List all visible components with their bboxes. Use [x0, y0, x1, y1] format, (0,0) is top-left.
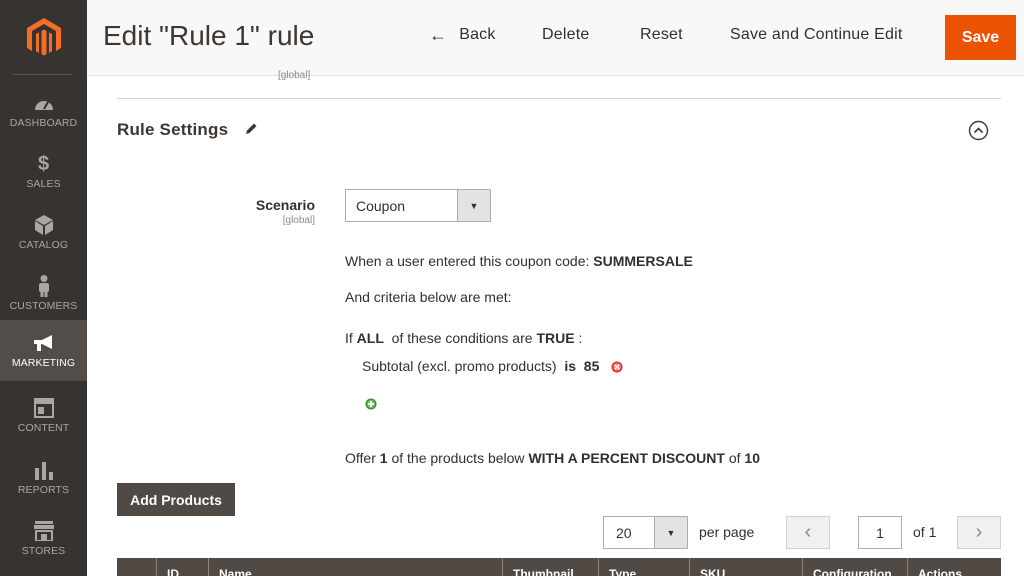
- offer-text-1: Offer: [345, 450, 376, 466]
- sidebar-item-label: REPORTS: [17, 484, 70, 496]
- arrow-left-icon: ←: [429, 25, 448, 45]
- save-button[interactable]: Save: [945, 15, 1016, 60]
- products-grid-header: ID Name Thumbnail Type SKU Configuration…: [117, 558, 1001, 576]
- conditions-line: If ALL of these conditions are TRUE :: [345, 330, 582, 346]
- person-icon: [37, 275, 51, 297]
- chevron-down-icon: ▼: [457, 190, 490, 221]
- sidebar-item-dashboard[interactable]: DASHBOARD: [0, 80, 87, 141]
- scope-label: [global]: [278, 70, 311, 81]
- scenario-scope: [global]: [282, 215, 315, 226]
- section-divider: [117, 98, 1001, 99]
- condition-rule: Subtotal (excl. promo products) is 85: [362, 358, 599, 374]
- chevron-down-icon: ▼: [654, 517, 687, 548]
- store-icon: [33, 520, 55, 542]
- add-condition-icon[interactable]: [365, 398, 377, 410]
- sidebar-item-label: STORES: [21, 545, 66, 557]
- sidebar-item-reports[interactable]: REPORTS: [0, 447, 87, 508]
- scenario-select-value: Coupon: [356, 198, 406, 214]
- total-pages-label: of 1: [913, 524, 937, 540]
- dollar-icon: $: [37, 152, 50, 175]
- sidebar-item-label: CUSTOMERS: [9, 300, 78, 312]
- coupon-line-prefix: When a user entered this coupon code:: [345, 253, 590, 269]
- sidebar-item-catalog[interactable]: CATALOG: [0, 202, 87, 263]
- box-icon: [34, 214, 53, 236]
- column-header-thumbnail[interactable]: Thumbnail: [503, 558, 599, 576]
- coupon-code-value[interactable]: SUMMERSALE: [593, 253, 693, 269]
- per-page-select[interactable]: 20 ▼: [603, 516, 688, 549]
- per-page-label: per page: [699, 524, 755, 540]
- pencil-icon: [246, 123, 257, 134]
- admin-sidebar: DASHBOARD $ SALES CATALOG CUSTOMERS MARK…: [0, 0, 87, 576]
- magento-logo[interactable]: [0, 0, 87, 75]
- next-page-button[interactable]: ›: [957, 516, 1001, 549]
- sidebar-item-label: CATALOG: [18, 239, 69, 251]
- column-header-type[interactable]: Type: [599, 558, 690, 576]
- conditions-aggregator[interactable]: ALL: [357, 330, 384, 346]
- condition-attribute: Subtotal (excl. promo products): [362, 358, 557, 374]
- condition-operator[interactable]: is: [564, 358, 576, 374]
- reset-button[interactable]: Reset: [640, 26, 683, 44]
- column-header-id[interactable]: ID: [157, 558, 209, 576]
- back-button[interactable]: ← Back: [429, 26, 496, 44]
- sidebar-item-label: DASHBOARD: [9, 117, 78, 129]
- sidebar-item-marketing[interactable]: MARKETING: [0, 320, 87, 381]
- add-products-button[interactable]: Add Products: [117, 483, 235, 516]
- megaphone-icon: [32, 332, 56, 354]
- column-header-actions[interactable]: Actions: [908, 558, 1001, 576]
- per-page-value: 20: [616, 525, 632, 541]
- criteria-line: And criteria below are met:: [345, 289, 512, 305]
- condition-value[interactable]: 85: [584, 358, 600, 374]
- save-and-continue-button[interactable]: Save and Continue Edit: [730, 26, 903, 44]
- offer-discount-type[interactable]: WITH A PERCENT DISCOUNT: [528, 450, 725, 466]
- page-header: Edit "Rule 1" rule ← Back Delete Reset S…: [87, 0, 1024, 76]
- conditions-if: If: [345, 330, 353, 346]
- sidebar-item-customers[interactable]: CUSTOMERS: [0, 263, 87, 324]
- sidebar-item-label: MARKETING: [11, 357, 76, 369]
- sidebar-item-content[interactable]: CONTENT: [0, 385, 87, 446]
- column-header-configuration[interactable]: Configuration: [803, 558, 908, 576]
- delete-button[interactable]: Delete: [542, 26, 589, 44]
- back-label: Back: [459, 26, 496, 43]
- coupon-code-line: When a user entered this coupon code: SU…: [345, 253, 693, 269]
- sidebar-item-label: SALES: [26, 178, 61, 190]
- offer-line: Offer 1 of the products below WITH A PER…: [345, 450, 760, 466]
- conditions-middle: of these conditions are: [391, 330, 533, 346]
- collapse-chevron-up-icon[interactable]: [968, 120, 989, 141]
- previous-page-button[interactable]: ‹: [786, 516, 830, 549]
- dashboard-icon: [33, 92, 55, 114]
- scenario-select[interactable]: Coupon ▼: [345, 189, 491, 222]
- offer-discount-amount[interactable]: 10: [744, 450, 760, 466]
- page-title: Edit "Rule 1" rule: [103, 20, 315, 51]
- page-number-input[interactable]: [858, 516, 902, 549]
- section-title: Rule Settings: [117, 120, 229, 139]
- sidebar-item-sales[interactable]: $ SALES: [0, 141, 87, 202]
- remove-condition-icon[interactable]: [611, 361, 623, 373]
- chevron-right-icon: ›: [975, 521, 983, 543]
- conditions-value[interactable]: TRUE: [536, 330, 574, 346]
- layout-icon: [33, 397, 54, 419]
- sidebar-item-label: CONTENT: [17, 422, 70, 434]
- scenario-label: Scenario: [255, 197, 315, 213]
- offer-count[interactable]: 1: [380, 450, 388, 466]
- column-header-sku[interactable]: SKU: [690, 558, 803, 576]
- column-header-select[interactable]: [117, 558, 157, 576]
- magento-logo-icon: [26, 17, 61, 55]
- column-header-name[interactable]: Name: [209, 558, 503, 576]
- offer-text-2: of the products below: [391, 450, 525, 466]
- bar-chart-icon: [34, 459, 54, 481]
- sidebar-item-stores[interactable]: STORES: [0, 508, 87, 569]
- chevron-left-icon: ‹: [804, 521, 812, 543]
- offer-text-3: of: [728, 450, 741, 466]
- logo-divider: [13, 74, 73, 75]
- conditions-suffix: :: [578, 330, 583, 346]
